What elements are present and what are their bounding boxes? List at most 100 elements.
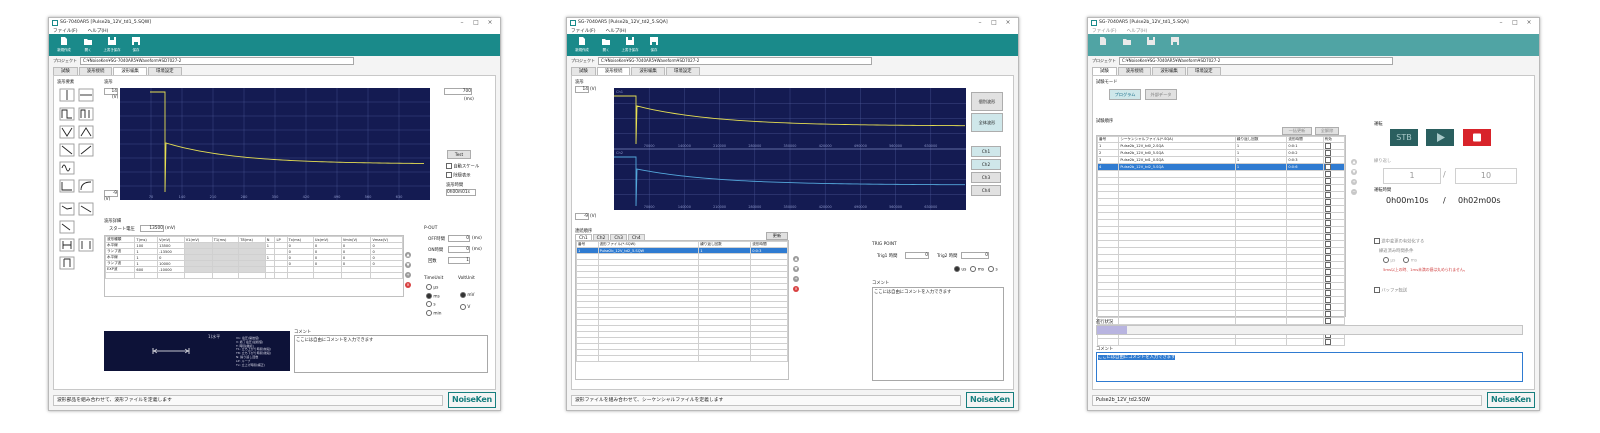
open-button[interactable]: 開く [597, 34, 615, 52]
program-mode-button[interactable]: プログラム [1109, 89, 1141, 100]
table-row[interactable] [1096, 177, 1346, 185]
delete-row-icon[interactable]: × [405, 282, 411, 288]
project-path-input[interactable]: C:¥NoiseKen¥SG-7040AR5¥Waveform¥SD7027-2 [598, 57, 872, 65]
remaining-unit-us[interactable]: μs [1383, 257, 1395, 264]
table-row[interactable] [1096, 212, 1346, 220]
auto-scale-checkbox[interactable] [446, 163, 452, 169]
new-button[interactable] [1094, 34, 1112, 46]
overwrite-save-button[interactable] [1142, 34, 1160, 46]
trig-unit-s[interactable]: s [988, 266, 998, 273]
table-cell[interactable]: 3 [1096, 156, 1120, 164]
auto-scale-option[interactable]: 自動スケール [446, 163, 479, 170]
table-row[interactable] [1096, 191, 1346, 199]
menu-file[interactable]: ファイル(F) [53, 28, 78, 34]
maximize-icon[interactable]: □ [469, 19, 483, 26]
buffer-option[interactable]: バッファ転送 [1374, 287, 1407, 294]
y-min-input[interactable]: -9 [575, 213, 589, 220]
enable-checkbox[interactable] [1324, 234, 1331, 240]
external-data-button[interactable]: 外部データ [1145, 89, 1177, 100]
table-row[interactable] [1096, 170, 1346, 178]
move-down-icon[interactable]: ▼ [793, 266, 799, 272]
tab-wave-connect[interactable]: 波形接続 [78, 67, 113, 75]
table-row[interactable] [1096, 296, 1346, 304]
move-down-icon[interactable]: ▼ [405, 262, 411, 268]
table-cell[interactable]: 0:0:3 [1286, 156, 1324, 164]
table-row[interactable] [1096, 268, 1346, 276]
y-max-input[interactable]: 14 [104, 88, 118, 95]
waveform-plot[interactable]: 70 140 210 280 350 420 490 560 630 [120, 88, 430, 200]
bulk-update-button[interactable]: 一括更新 [1282, 127, 1312, 135]
menu-file[interactable]: ファイル(F) [571, 28, 596, 34]
repeat-total[interactable]: 10 [1455, 168, 1517, 184]
trig-unit-ms[interactable]: ms [970, 266, 984, 273]
table-cell[interactable]: Pulse2b_12V_td0_2.SQA [1118, 142, 1236, 150]
grid-option[interactable]: 除隠表示 [446, 172, 471, 179]
insert-row-icon[interactable]: + [1351, 179, 1357, 185]
trig1-input[interactable]: 0 [905, 252, 929, 259]
comment-textarea[interactable]: ここには自由にコメントを入力できます [1096, 352, 1523, 382]
time-unit-min[interactable]: min [426, 309, 441, 319]
enable-checkbox[interactable] [1324, 178, 1331, 184]
project-path-input[interactable]: C:¥NoiseKen¥SG-7040AR5¥Waveform¥SD7027-2 [1119, 57, 1393, 65]
on-time-input[interactable]: 0 [448, 246, 470, 253]
tab-wave-edit[interactable]: 波形編集 [113, 67, 147, 75]
enable-checkbox[interactable] [1324, 339, 1331, 345]
move-up-icon[interactable]: ▲ [793, 256, 799, 262]
minimize-icon[interactable]: – [455, 19, 469, 26]
move-up-icon[interactable]: ▲ [405, 252, 411, 258]
enable-checkbox[interactable] [1324, 248, 1331, 254]
table-cell[interactable]: 1 [1234, 142, 1288, 150]
table-cell[interactable]: 1 [1234, 163, 1288, 171]
ch2-button[interactable]: Ch2 [971, 159, 1001, 170]
enable-checkbox[interactable] [1324, 206, 1331, 212]
test-button[interactable]: Test [447, 150, 471, 159]
enable-checkbox[interactable] [1324, 164, 1331, 170]
table-row[interactable] [1096, 317, 1346, 325]
maximize-icon[interactable]: □ [1508, 19, 1522, 26]
enable-checkbox[interactable] [1324, 241, 1331, 247]
enable-checkbox[interactable] [1324, 283, 1331, 289]
insert-row-icon[interactable]: + [793, 276, 799, 282]
grid-checkbox[interactable] [446, 172, 452, 178]
overwrite-save-button[interactable]: 上書き保存 [621, 34, 639, 52]
table-cell[interactable]: 0:0:1 [1286, 142, 1324, 150]
tab-settings[interactable]: 環境設定 [1186, 67, 1221, 75]
enable-checkbox[interactable] [1324, 255, 1331, 261]
tab-settings[interactable]: 環境設定 [147, 67, 182, 75]
enable-checkbox[interactable] [1324, 220, 1331, 226]
enable-checkbox[interactable] [1324, 185, 1331, 191]
enable-checkbox[interactable] [1324, 311, 1331, 317]
close-icon[interactable]: × [1001, 19, 1015, 26]
insert-row-icon[interactable]: + [405, 272, 411, 278]
delete-row-icon[interactable]: × [793, 286, 799, 292]
wave-parts-icons[interactable] [59, 88, 99, 278]
seq-table[interactable]: 番号 波形ファイル(*.SQW) 繰り返し回数 波形時間 1 Pulse2b_12V_td… [575, 240, 789, 380]
comment-textarea[interactable]: ここには自由にコメントを入力できます [294, 335, 488, 373]
table-row[interactable] [1096, 303, 1346, 311]
ch3-button[interactable]: Ch3 [971, 172, 1001, 183]
wave-detail-table[interactable]: 波形種類 T(ms) V(mV) V1(mV) T1(ms) T8(ms) N LP Tx(ms… [104, 235, 404, 297]
tab-wave-connect[interactable]: 波形接続 [1117, 67, 1152, 75]
table-row[interactable] [1096, 226, 1346, 234]
ch4-button[interactable]: Ch4 [971, 185, 1001, 196]
table-row[interactable] [1096, 254, 1346, 262]
start-button[interactable] [1426, 129, 1454, 146]
tab-settings[interactable]: 環境設定 [665, 67, 700, 75]
order-table[interactable]: 番号 シーケンシャルファイル(*.SQA) 繰り返し回数 波形時間 有効 1 Pulse2b… [1096, 135, 1346, 346]
split-wave-button[interactable]: 個別波形 [971, 92, 1003, 111]
x-max-input[interactable]: 700 [444, 88, 472, 95]
time-unit-us[interactable]: μs [426, 284, 441, 293]
tab-test[interactable]: 試験 [571, 67, 596, 75]
enable-checkbox[interactable] [1324, 199, 1331, 205]
volt-unit-mv[interactable]: mV [460, 290, 475, 302]
trig2-input[interactable]: 0 [961, 252, 989, 259]
table-row[interactable] [1096, 261, 1346, 269]
table-row[interactable] [1096, 338, 1346, 346]
mid-change-option[interactable]: 途中変更の有効化する [1374, 238, 1424, 245]
clear-all-button[interactable]: 全解除 [1315, 127, 1339, 135]
tab-wave-edit[interactable]: 波形編集 [631, 67, 665, 75]
overwrite-save-button[interactable]: 上書き保存 [103, 34, 121, 52]
save-as-button[interactable] [1166, 34, 1184, 46]
tab-wave-edit[interactable]: 波形編集 [1152, 67, 1186, 75]
enable-checkbox[interactable] [1324, 227, 1331, 233]
